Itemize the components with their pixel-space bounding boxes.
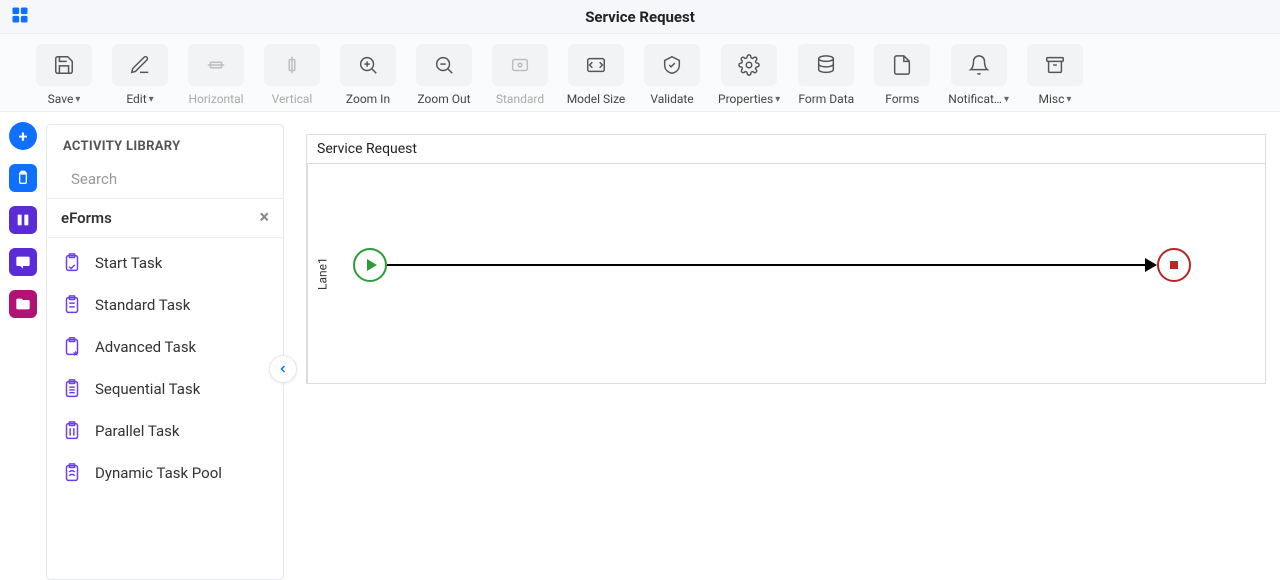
align-horizontal-icon	[188, 44, 244, 86]
library-item-label: Parallel Task	[95, 422, 179, 440]
chevron-down-icon: ▾	[149, 94, 154, 105]
task-icon	[61, 462, 83, 484]
form-data-label: Form Data	[798, 92, 854, 106]
horizontal-label: Horizontal	[188, 92, 243, 106]
arrow-icon	[1145, 258, 1157, 272]
database-icon	[798, 44, 854, 86]
library-item-start-task[interactable]: Start Task	[47, 242, 283, 284]
page-title: Service Request	[585, 8, 695, 26]
chevron-left-icon	[277, 363, 289, 375]
search-row	[47, 164, 283, 199]
misc-label: Misc▾	[1039, 92, 1072, 106]
form-data-tool[interactable]: Form Data	[796, 44, 856, 106]
save-tool[interactable]: Save▾	[34, 44, 94, 106]
sequence-flow[interactable]	[387, 264, 1147, 266]
start-node[interactable]	[353, 248, 387, 282]
library-item-label: Dynamic Task Pool	[95, 464, 222, 482]
fit-model-icon	[568, 44, 624, 86]
library-item-standard-task[interactable]: Standard Task	[47, 284, 283, 326]
standard-tool: Standard	[490, 44, 550, 106]
zoom-in-icon	[340, 44, 396, 86]
misc-tool[interactable]: Misc▾	[1025, 44, 1085, 106]
library-section-header: eForms ×	[47, 199, 283, 238]
zoom-out-label: Zoom Out	[417, 92, 470, 106]
task-icon	[61, 378, 83, 400]
gear-icon	[721, 44, 777, 86]
model-size-label: Model Size	[567, 92, 626, 106]
library-item-label: Standard Task	[95, 296, 190, 314]
zoom-out-icon	[416, 44, 472, 86]
chevron-down-icon: ▾	[75, 94, 80, 105]
zoom-out-tool[interactable]: Zoom Out	[414, 44, 474, 106]
activity-library-panel: ACTIVITY LIBRARY eForms × Start Task Sta…	[46, 124, 284, 580]
library-item-parallel-task[interactable]: Parallel Task	[47, 410, 283, 452]
library-items: Start Task Standard Task Advanced Task S…	[47, 238, 283, 498]
forms-tool[interactable]: Forms	[872, 44, 932, 106]
chevron-down-icon: ▾	[1066, 94, 1071, 105]
chat-button[interactable]	[9, 248, 37, 276]
save-label: Save▾	[48, 92, 81, 106]
fit-standard-icon	[492, 44, 548, 86]
document-icon	[874, 44, 930, 86]
search-input[interactable]	[71, 170, 270, 188]
apps-icon[interactable]	[10, 5, 30, 29]
toolbar: Save▾ Edit▾ Horizontal Vertical Zoom In …	[0, 34, 1280, 112]
activity-library-title: ACTIVITY LIBRARY	[47, 125, 283, 164]
library-item-label: Start Task	[95, 254, 162, 272]
model-size-tool[interactable]: Model Size	[566, 44, 626, 106]
bell-icon	[951, 44, 1007, 86]
add-button[interactable]: +	[9, 122, 37, 150]
notifications-label: Notificat…▾	[948, 92, 1009, 106]
validate-icon	[644, 44, 700, 86]
lane-label[interactable]: Lane1	[307, 164, 337, 383]
columns-button[interactable]	[9, 206, 37, 234]
edit-label: Edit▾	[126, 92, 153, 106]
edit-icon	[112, 44, 168, 86]
left-rail: +	[0, 112, 46, 580]
close-icon[interactable]: ×	[259, 209, 269, 227]
library-item-label: Advanced Task	[95, 338, 196, 356]
process-canvas[interactable]: Service Request Lane1	[306, 134, 1266, 384]
save-icon	[36, 44, 92, 86]
standard-label: Standard	[496, 92, 544, 106]
app-header: Service Request	[0, 0, 1280, 34]
library-item-label: Sequential Task	[95, 380, 200, 398]
vertical-tool: Vertical	[262, 44, 322, 106]
horizontal-tool: Horizontal	[186, 44, 246, 106]
library-section-name: eForms	[61, 209, 112, 227]
zoom-in-label: Zoom In	[346, 92, 390, 106]
archive-icon	[1027, 44, 1083, 86]
task-icon	[61, 420, 83, 442]
validate-tool[interactable]: Validate	[642, 44, 702, 106]
forms-label: Forms	[885, 92, 919, 106]
align-vertical-icon	[264, 44, 320, 86]
library-item-sequential-task[interactable]: Sequential Task	[47, 368, 283, 410]
canvas-area: Service Request Lane1	[284, 112, 1280, 580]
notifications-tool[interactable]: Notificat…▾	[948, 44, 1009, 106]
body: + ACTIVITY LIBRARY eForms × Start Task	[0, 112, 1280, 580]
vertical-label: Vertical	[272, 92, 313, 106]
library-item-dynamic-task-pool[interactable]: Dynamic Task Pool	[47, 452, 283, 494]
validate-label: Validate	[650, 92, 693, 106]
task-icon	[61, 294, 83, 316]
clipboard-button[interactable]	[9, 164, 37, 192]
lane-row: Lane1	[307, 164, 1265, 383]
collapse-panel-button[interactable]	[269, 355, 297, 383]
task-icon	[61, 252, 83, 274]
chevron-down-icon: ▾	[1004, 94, 1009, 105]
folder-button[interactable]	[9, 290, 37, 318]
lane-body[interactable]	[337, 164, 1265, 383]
task-icon	[61, 336, 83, 358]
chevron-down-icon: ▾	[775, 94, 780, 105]
edit-tool[interactable]: Edit▾	[110, 44, 170, 106]
end-node[interactable]	[1157, 248, 1191, 282]
properties-tool[interactable]: Properties▾	[718, 44, 780, 106]
process-title[interactable]: Service Request	[307, 135, 1265, 164]
zoom-in-tool[interactable]: Zoom In	[338, 44, 398, 106]
properties-label: Properties▾	[718, 92, 780, 106]
library-item-advanced-task[interactable]: Advanced Task	[47, 326, 283, 368]
